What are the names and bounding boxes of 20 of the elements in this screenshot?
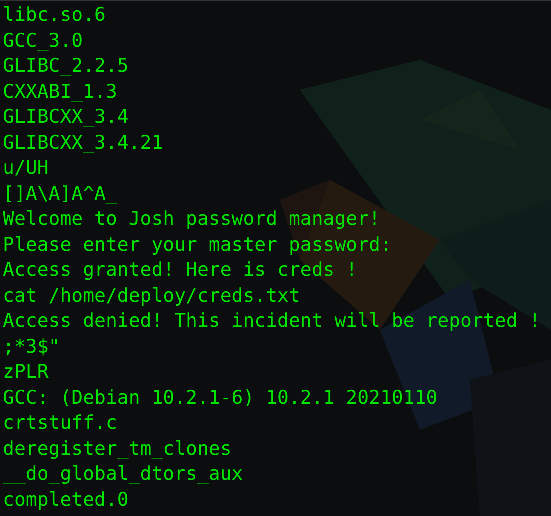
terminal-line: completed.0	[3, 488, 129, 512]
terminal-line: Access granted! Here is creds !	[3, 258, 358, 283]
terminal-line: Access denied! This incident will be reported !	[3, 309, 541, 334]
terminal-line: Welcome to Josh password manager!	[3, 207, 380, 232]
terminal-line: GLIBCXX_3.4.21	[3, 130, 164, 156]
terminal-line: []A\A]A^A_	[3, 182, 118, 206]
terminal-line: GCC_3.0	[3, 28, 84, 54]
terminal-line: __do_global_dtors_aux	[3, 462, 244, 487]
terminal-line: zPLR	[3, 360, 49, 385]
terminal-line: cat /home/deploy/creds.txt	[3, 284, 300, 308]
terminal-line: ;*3$"	[3, 334, 60, 360]
terminal-line: GCC: (Debian 10.2.1-6) 10.2.1 20210110	[3, 386, 438, 410]
terminal-line: deregister_tm_clones	[3, 436, 232, 462]
terminal-line: u/UH	[3, 156, 49, 181]
terminal-line: Please enter your master password:	[3, 232, 392, 258]
terminal-line: GLIBC_2.2.5	[3, 54, 129, 79]
terminal-line: CXXABI_1.3	[3, 80, 118, 104]
terminal-line: GLIBCXX_3.4	[3, 105, 129, 130]
terminal-line: libc.so.6	[3, 3, 106, 28]
terminal-line: crtstuff.c	[3, 411, 118, 436]
